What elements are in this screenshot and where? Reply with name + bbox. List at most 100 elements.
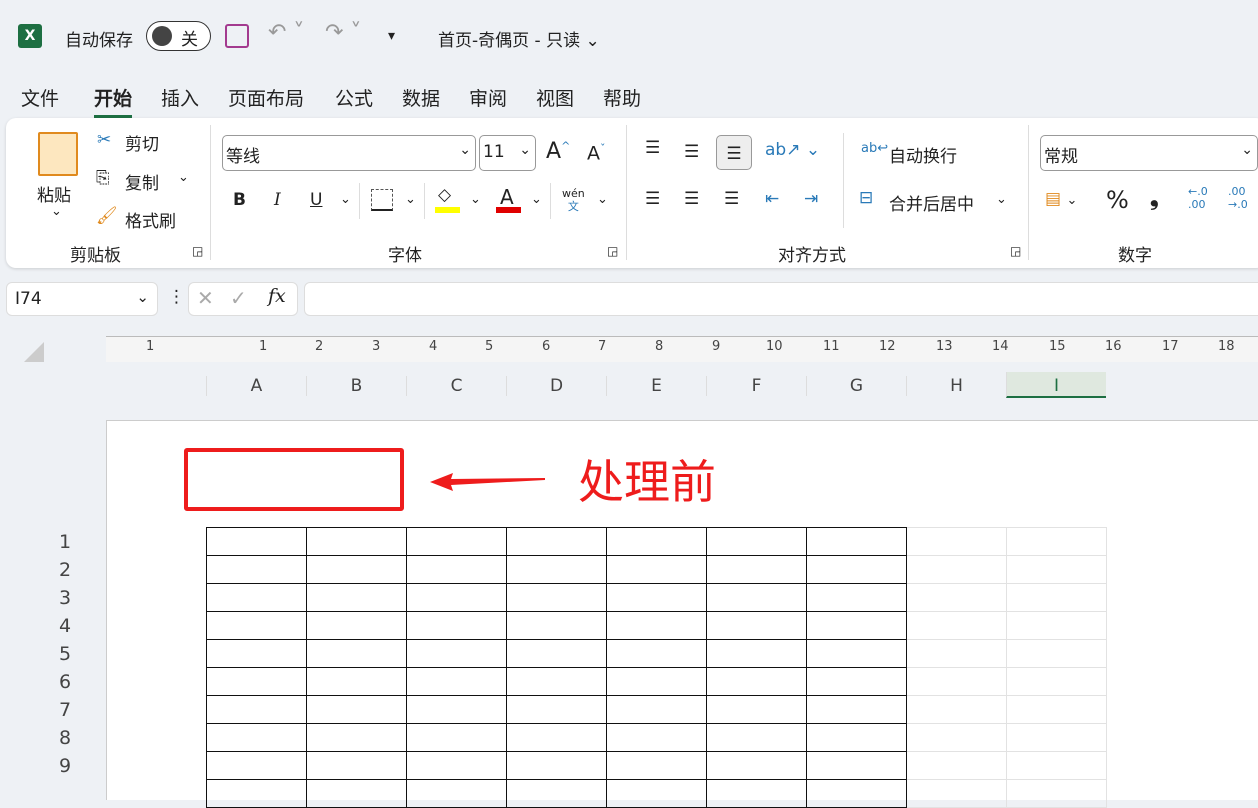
cell[interactable] xyxy=(906,751,1007,780)
cell[interactable] xyxy=(506,611,607,640)
paste-icon[interactable] xyxy=(38,132,78,176)
font-color-button[interactable]: A xyxy=(500,185,514,209)
cell[interactable] xyxy=(606,723,707,752)
phonetic-button[interactable]: wén 文 xyxy=(562,187,585,213)
row-header[interactable]: 4 xyxy=(50,615,80,637)
cell[interactable] xyxy=(206,723,307,752)
cell[interactable] xyxy=(306,779,407,808)
paste-button[interactable]: 粘贴 xyxy=(37,181,71,206)
increase-indent-icon[interactable]: ⇥ xyxy=(804,189,818,209)
cell[interactable] xyxy=(706,583,807,612)
cell[interactable] xyxy=(506,527,607,556)
cell[interactable] xyxy=(906,583,1007,612)
copy-button[interactable]: 复制 xyxy=(125,169,159,194)
cell[interactable] xyxy=(906,667,1007,696)
shrink-font-button[interactable]: Aˇ xyxy=(587,142,606,164)
fill-color-dropdown-icon[interactable]: ⌄ xyxy=(470,192,481,207)
cell[interactable] xyxy=(506,779,607,808)
cell[interactable] xyxy=(206,527,307,556)
tab-file[interactable]: 文件 xyxy=(21,84,59,111)
column-header-B[interactable]: B xyxy=(306,376,406,396)
undo-icon[interactable]: ↶ ˅ xyxy=(268,20,304,45)
formula-input[interactable] xyxy=(304,282,1258,316)
tab-formulas[interactable]: 公式 xyxy=(335,84,373,111)
cell[interactable] xyxy=(706,779,807,808)
font-launcher-icon[interactable]: ◲ xyxy=(607,244,618,258)
number-format-select[interactable]: 常规 ⌄ xyxy=(1040,135,1258,171)
column-header-C[interactable]: C xyxy=(406,376,506,396)
cell[interactable] xyxy=(806,723,907,752)
italic-button[interactable]: I xyxy=(274,190,281,210)
cell[interactable] xyxy=(406,527,507,556)
underline-button[interactable]: U xyxy=(310,190,322,210)
redo-icon[interactable]: ↷ ˅ xyxy=(325,20,361,45)
cell[interactable] xyxy=(706,723,807,752)
cell[interactable] xyxy=(306,527,407,556)
cell[interactable] xyxy=(306,611,407,640)
column-header-G[interactable]: G xyxy=(806,376,906,396)
cell[interactable] xyxy=(606,695,707,724)
cell[interactable] xyxy=(1006,527,1107,556)
cell[interactable] xyxy=(506,751,607,780)
bold-button[interactable]: B xyxy=(233,190,246,210)
cell[interactable] xyxy=(506,639,607,668)
row-header[interactable]: 3 xyxy=(50,587,80,609)
cell[interactable] xyxy=(506,667,607,696)
row-header[interactable]: 2 xyxy=(50,559,80,581)
merge-dropdown-icon[interactable]: ⌄ xyxy=(996,192,1007,207)
cell[interactable] xyxy=(306,583,407,612)
cell[interactable] xyxy=(206,695,307,724)
save-icon[interactable] xyxy=(225,24,249,48)
cell[interactable] xyxy=(706,527,807,556)
row-header[interactable]: 8 xyxy=(50,727,80,749)
cell[interactable] xyxy=(306,555,407,584)
column-header-A[interactable]: A xyxy=(206,376,306,396)
column-header-D[interactable]: D xyxy=(506,376,606,396)
wrap-text-button[interactable]: 自动换行 xyxy=(889,142,957,167)
cell[interactable] xyxy=(606,583,707,612)
cell[interactable] xyxy=(906,611,1007,640)
orientation-icon[interactable]: ab↗ ⌄ xyxy=(765,140,820,160)
cell[interactable] xyxy=(206,611,307,640)
insert-function-button[interactable]: fx xyxy=(268,285,286,307)
row-header[interactable]: 9 xyxy=(50,755,80,777)
cell[interactable] xyxy=(1006,667,1107,696)
cell[interactable] xyxy=(1006,723,1107,752)
tab-data[interactable]: 数据 xyxy=(402,84,440,111)
cell[interactable] xyxy=(206,639,307,668)
column-header-F[interactable]: F xyxy=(706,376,806,396)
cell[interactable] xyxy=(306,667,407,696)
row-header[interactable]: 7 xyxy=(50,699,80,721)
percent-button[interactable]: % xyxy=(1106,186,1129,214)
cell[interactable] xyxy=(606,639,707,668)
cell[interactable] xyxy=(606,555,707,584)
cell[interactable] xyxy=(506,555,607,584)
cell[interactable] xyxy=(406,751,507,780)
clipboard-launcher-icon[interactable]: ◲ xyxy=(192,244,203,258)
name-box[interactable]: I74 ⌄ xyxy=(6,282,158,316)
cell[interactable] xyxy=(1006,555,1107,584)
decrease-decimal-button[interactable]: .00 →.0 xyxy=(1228,185,1256,211)
cell[interactable] xyxy=(206,583,307,612)
cell[interactable] xyxy=(306,639,407,668)
cell[interactable] xyxy=(906,695,1007,724)
cell[interactable] xyxy=(906,555,1007,584)
cell[interactable] xyxy=(406,779,507,808)
cell[interactable] xyxy=(206,751,307,780)
cell[interactable] xyxy=(406,723,507,752)
cell[interactable] xyxy=(906,527,1007,556)
cell[interactable] xyxy=(806,751,907,780)
font-color-dropdown-icon[interactable]: ⌄ xyxy=(531,192,542,207)
cell[interactable] xyxy=(506,695,607,724)
cell[interactable] xyxy=(606,667,707,696)
cell[interactable] xyxy=(1006,695,1107,724)
cell[interactable] xyxy=(606,751,707,780)
cell[interactable] xyxy=(906,779,1007,808)
cell[interactable] xyxy=(706,751,807,780)
cell[interactable] xyxy=(806,583,907,612)
cell[interactable] xyxy=(1006,751,1107,780)
cell[interactable] xyxy=(1006,583,1107,612)
autosave-toggle[interactable]: 关 xyxy=(146,21,211,51)
cell[interactable] xyxy=(1006,611,1107,640)
cell[interactable] xyxy=(1006,639,1107,668)
